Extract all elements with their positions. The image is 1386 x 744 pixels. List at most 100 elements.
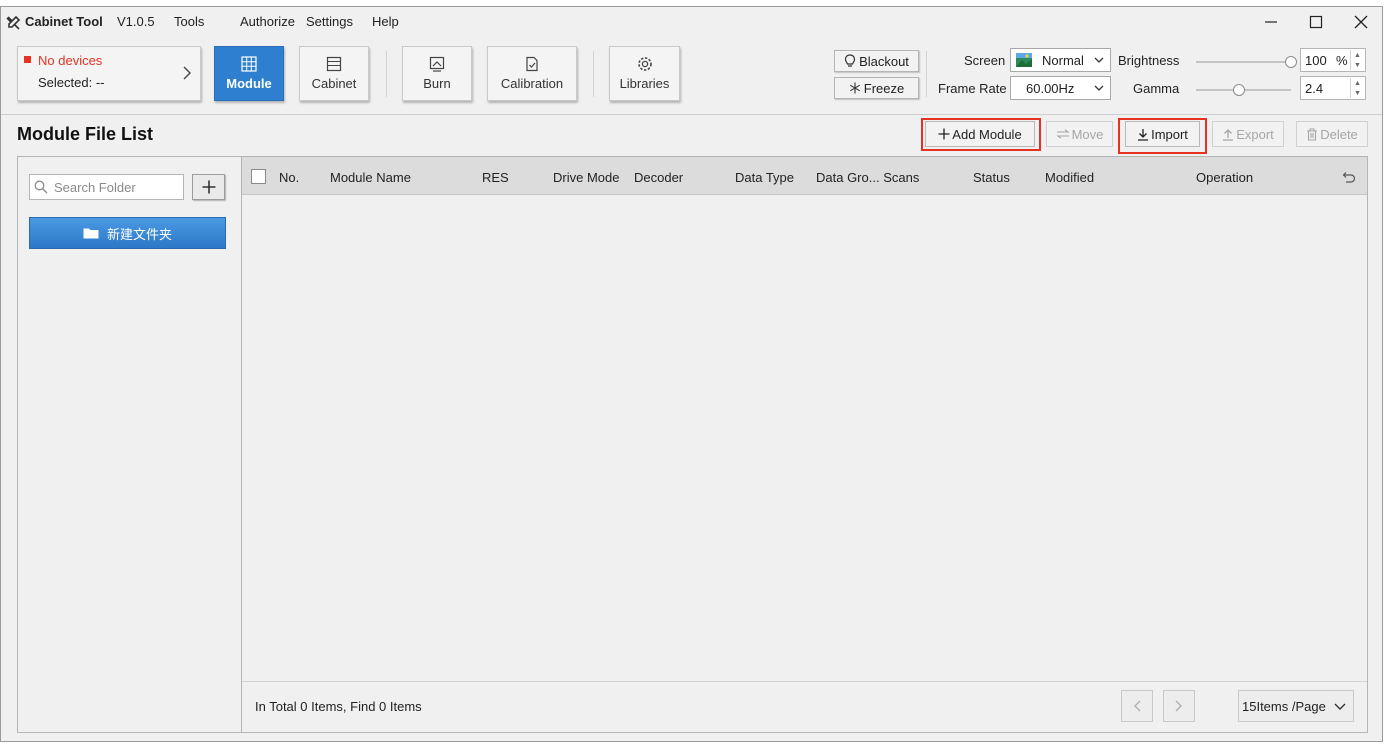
- module-button-label: Module: [226, 76, 272, 91]
- folder-panel: Search Folder 新建文件夹: [17, 156, 242, 733]
- close-button[interactable]: [1343, 11, 1379, 33]
- chevron-down-icon: [1334, 703, 1346, 710]
- move-button[interactable]: Move: [1046, 121, 1113, 147]
- libraries-button[interactable]: Libraries: [609, 46, 680, 101]
- chevron-down-icon: [1094, 57, 1104, 63]
- page-size-select[interactable]: 15Items /Page: [1238, 690, 1354, 722]
- status-dot-icon: [24, 56, 31, 63]
- cabinet-icon: [326, 56, 342, 72]
- grid-icon: [241, 56, 257, 72]
- screen-label: Screen: [964, 53, 1006, 68]
- column-header-decoder[interactable]: Decoder: [634, 170, 683, 185]
- toolbar-divider: [926, 51, 927, 97]
- toolbar-divider: [593, 51, 594, 97]
- cabinet-button[interactable]: Cabinet: [299, 46, 369, 101]
- spin-up-icon[interactable]: ▲: [1354, 52, 1361, 59]
- app-logo-icon: [6, 15, 21, 30]
- export-button[interactable]: Export: [1212, 121, 1284, 147]
- minimize-icon: [1265, 21, 1277, 23]
- import-label: Import: [1151, 126, 1188, 142]
- total-items-text: In Total 0 Items, Find 0 Items: [255, 699, 422, 714]
- brightness-spinner[interactable]: ▲ ▼: [1350, 50, 1364, 70]
- folder-item[interactable]: 新建文件夹: [29, 217, 226, 249]
- frame-rate-select[interactable]: 60.00Hz: [1010, 76, 1111, 100]
- brightness-input[interactable]: 100 % ▲ ▼: [1300, 48, 1366, 72]
- menu-settings[interactable]: Settings: [306, 14, 353, 29]
- gamma-slider-handle[interactable]: [1232, 84, 1245, 96]
- gamma-input[interactable]: 2.4 ▲ ▼: [1300, 76, 1366, 100]
- column-header-drive-mode[interactable]: Drive Mode: [553, 170, 619, 185]
- spin-down-icon[interactable]: ▼: [1354, 62, 1361, 69]
- spin-down-icon[interactable]: ▼: [1354, 90, 1361, 97]
- brightness-slider[interactable]: [1196, 61, 1291, 63]
- add-folder-button[interactable]: [192, 174, 225, 200]
- picture-icon: [1016, 53, 1032, 67]
- plus-icon: [938, 128, 950, 140]
- maximize-button[interactable]: [1298, 11, 1334, 33]
- freeze-button[interactable]: Freeze: [834, 77, 919, 99]
- module-button[interactable]: Module: [214, 46, 284, 101]
- page-size-value: 15Items /Page: [1242, 698, 1326, 714]
- device-selector[interactable]: No devices Selected: --: [17, 46, 201, 101]
- column-header-status[interactable]: Status: [973, 170, 1010, 185]
- menu-tools[interactable]: Tools: [174, 14, 204, 29]
- previous-page-button[interactable]: [1121, 690, 1153, 722]
- brightness-slider-handle[interactable]: [1285, 56, 1297, 68]
- table-footer: In Total 0 Items, Find 0 Items 15Items /…: [242, 681, 1367, 732]
- page-title: Module File List: [17, 124, 154, 144]
- title-bar: Cabinet Tool V1.0.5 Tools Authorize Sett…: [1, 7, 1382, 37]
- add-module-button[interactable]: Add Module: [925, 121, 1035, 147]
- screen-mode-select[interactable]: Normal: [1010, 48, 1111, 72]
- menu-help[interactable]: Help: [372, 14, 399, 29]
- gear-icon: [637, 57, 652, 71]
- bulb-icon: [844, 54, 856, 67]
- gamma-spinner[interactable]: ▲ ▼: [1350, 78, 1364, 98]
- select-all-checkbox[interactable]: [251, 169, 266, 184]
- device-selected: Selected: --: [38, 75, 105, 90]
- burn-icon: [429, 56, 445, 72]
- minimize-button[interactable]: [1253, 11, 1289, 33]
- column-header-modified[interactable]: Modified: [1045, 170, 1094, 185]
- brightness-value: 100: [1305, 52, 1327, 68]
- column-header-res[interactable]: RES: [482, 170, 509, 185]
- folder-item-label: 新建文件夹: [106, 226, 172, 242]
- folder-icon: [83, 228, 99, 239]
- chevron-down-icon: [1094, 85, 1104, 91]
- delete-label: Delete: [1320, 126, 1358, 142]
- refresh-icon[interactable]: [1342, 171, 1356, 183]
- burn-button[interactable]: Burn: [402, 46, 472, 101]
- column-header-no[interactable]: No.: [279, 170, 299, 185]
- download-icon: [1138, 128, 1149, 141]
- export-label: Export: [1236, 126, 1274, 142]
- column-header-module-name[interactable]: Module Name: [330, 170, 411, 185]
- chevron-right-icon: [183, 66, 191, 80]
- screen-mode-value: Normal: [1042, 53, 1084, 68]
- spin-up-icon[interactable]: ▲: [1354, 80, 1361, 87]
- blackout-button[interactable]: Blackout: [834, 50, 919, 72]
- column-header-data-type[interactable]: Data Type: [735, 170, 794, 185]
- next-page-button[interactable]: [1163, 690, 1195, 722]
- maximize-icon: [1309, 15, 1323, 29]
- gamma-label: Gamma: [1133, 81, 1180, 96]
- search-folder-input[interactable]: Search Folder: [29, 174, 184, 200]
- app-version: V1.0.5: [117, 14, 155, 29]
- menu-authorize[interactable]: Authorize: [240, 14, 295, 29]
- search-folder-placeholder: Search Folder: [54, 179, 136, 195]
- device-status: No devices: [38, 53, 103, 68]
- frame-rate-value: 60.00Hz: [1026, 81, 1075, 96]
- move-label: Move: [1071, 126, 1104, 142]
- close-icon: [1354, 15, 1368, 29]
- module-table: No. Module Name RES Drive Mode Decoder D…: [241, 156, 1368, 733]
- table-header: No. Module Name RES Drive Mode Decoder D…: [242, 157, 1367, 195]
- search-icon: [34, 180, 48, 194]
- delete-button[interactable]: Delete: [1296, 121, 1368, 147]
- calibration-button[interactable]: Calibration: [487, 46, 577, 101]
- column-header-data-group-scans[interactable]: Data Gro... Scans: [816, 170, 919, 185]
- import-button[interactable]: Import: [1125, 121, 1200, 147]
- freeze-label: Freeze: [863, 80, 905, 96]
- add-module-label: Add Module: [952, 126, 1022, 142]
- libraries-button-label: Libraries: [619, 76, 670, 91]
- column-header-operation[interactable]: Operation: [1196, 170, 1253, 185]
- brightness-label: Brightness: [1118, 53, 1180, 68]
- chevron-right-icon: [1175, 700, 1182, 712]
